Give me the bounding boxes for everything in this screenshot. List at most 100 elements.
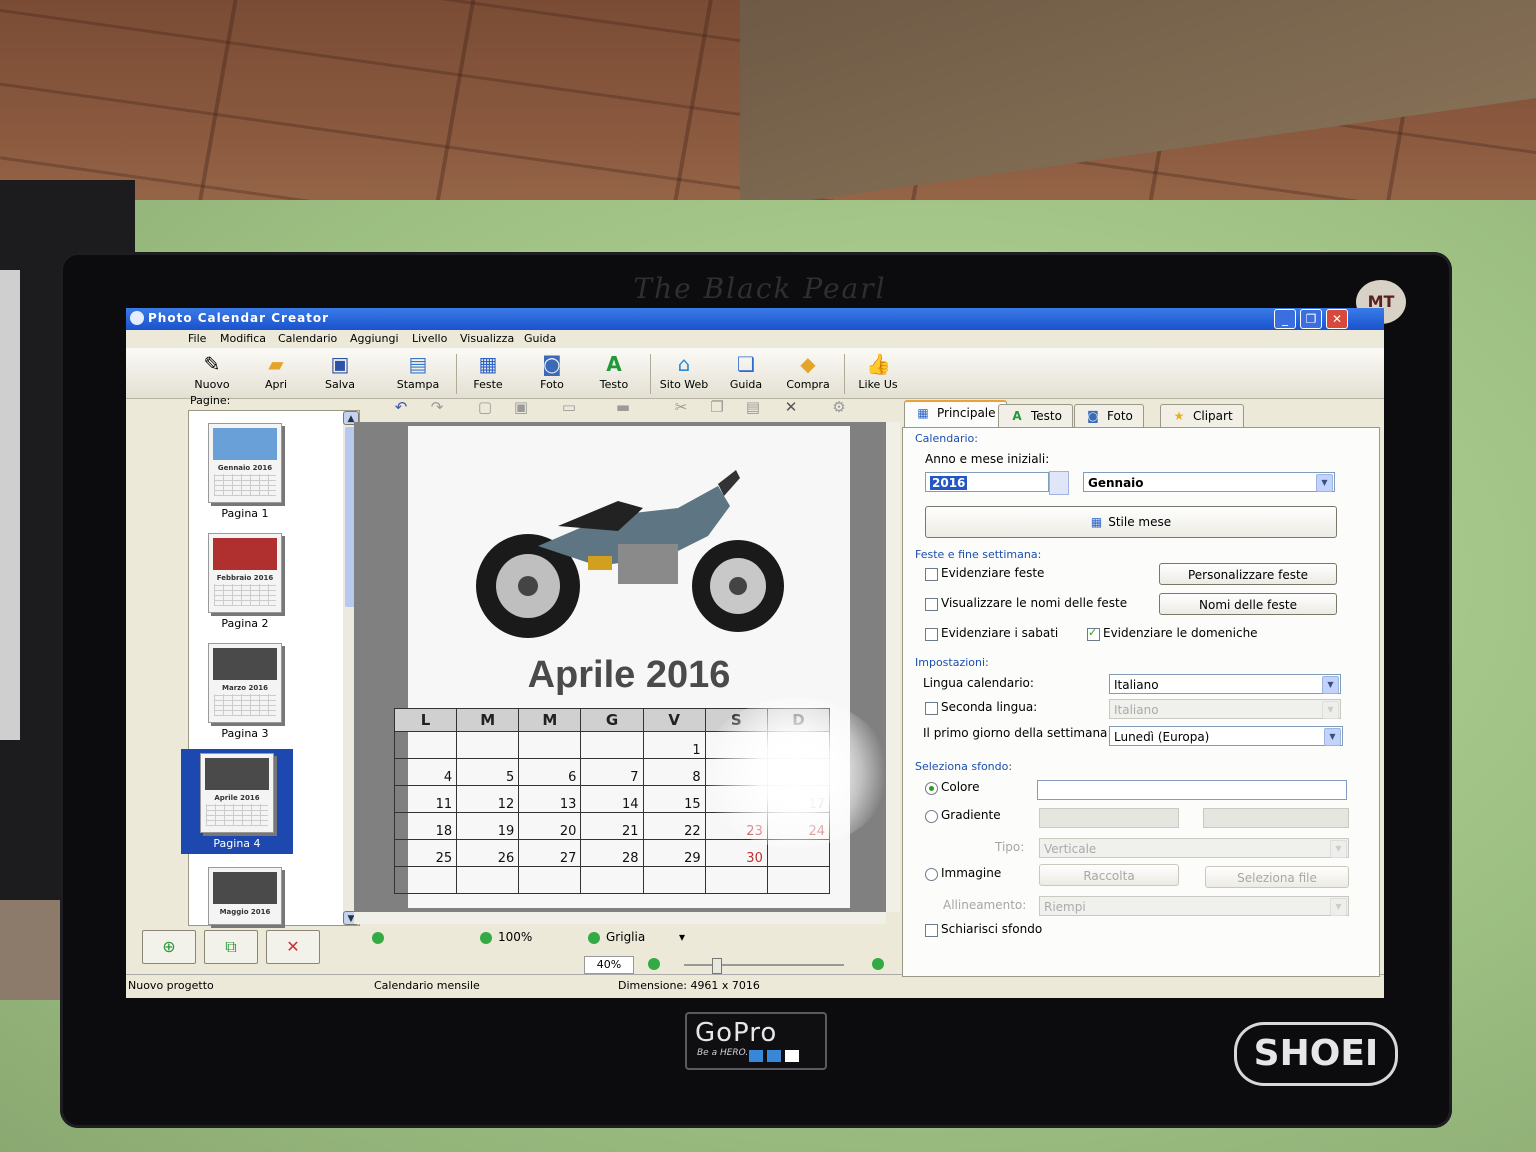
toolbar-like-us-button[interactable]: 👍 Like Us <box>848 350 908 396</box>
page-thumb-5[interactable]: Maggio 2016 <box>205 867 285 925</box>
seconda-lingua-checkbox[interactable] <box>925 702 938 715</box>
seleziona-file-button[interactable]: Seleziona file <box>1205 866 1349 888</box>
canvas-vertical-scrollbar[interactable] <box>886 422 900 912</box>
gradient-color1-field[interactable] <box>1039 808 1179 828</box>
primo-giorno-label: Il primo giorno della settimana <box>923 726 1108 740</box>
gradient-color2-field[interactable] <box>1203 808 1349 828</box>
calendar-day-cell <box>642 866 706 894</box>
tipo-select[interactable]: Verticale ▼ <box>1039 838 1349 858</box>
menu-file[interactable]: File <box>188 332 206 345</box>
duplicate-page-icon: ⧉ <box>225 937 237 956</box>
toolbar-guida-button[interactable]: ❏ Guida <box>716 350 776 396</box>
delete-page-button[interactable]: ✕ <box>266 930 320 964</box>
zoom-in-button[interactable] <box>872 956 890 974</box>
tab-testo[interactable]: A Testo <box>998 404 1073 427</box>
principale-tab-content: Calendario: Anno e mese iniziali: 2016 G… <box>902 427 1380 977</box>
distribute-icon[interactable]: ▬ <box>612 398 634 418</box>
toolbar-sito-web-button[interactable]: ⌂ Sito Web <box>654 350 714 396</box>
grid-toggle-button[interactable]: Griglia ▾ <box>588 930 685 948</box>
calendar-day-cell: 15 <box>642 785 706 813</box>
toolbar-foto-button[interactable]: ◙ Foto <box>522 350 582 396</box>
calendar-day-cell: 26 <box>456 839 520 867</box>
menu-calendario[interactable]: Calendario <box>278 332 337 345</box>
canvas-horizontal-scrollbar[interactable] <box>354 912 886 924</box>
year-spinner[interactable] <box>1049 471 1069 495</box>
duplicate-page-button[interactable]: ⧉ <box>204 930 258 964</box>
close-button[interactable]: ✕ <box>1326 309 1348 329</box>
menu-guida[interactable]: Guida <box>524 332 556 345</box>
menu-livello[interactable]: Livello <box>412 332 447 345</box>
delete-icon[interactable]: ✕ <box>780 398 802 418</box>
toolbar-feste-button[interactable]: ▦ Feste <box>458 350 518 396</box>
evidenziare-domeniche-checkbox[interactable] <box>1087 626 1100 641</box>
calendar-day-cell: 8 <box>642 758 706 786</box>
tab-principale[interactable]: ▦ Principale <box>904 400 1007 428</box>
colore-radio[interactable] <box>925 782 938 795</box>
toolbar-compra-button[interactable]: ◆ Compra <box>778 350 838 396</box>
zoom-100-button[interactable]: 100% <box>480 930 532 948</box>
toolbar-nuovo-button[interactable]: ✎ Nuovo <box>182 350 242 396</box>
toolbar-stampa-button[interactable]: ▤ Stampa <box>388 350 448 396</box>
zoom-out-button[interactable] <box>648 956 666 974</box>
stile-mese-button[interactable]: ▦ Stile mese <box>925 506 1337 538</box>
schiarisci-sfondo-checkbox[interactable] <box>925 924 938 937</box>
maximize-button[interactable]: ❐ <box>1300 309 1322 329</box>
year-input[interactable]: 2016 <box>925 472 1049 492</box>
visualizzare-nomi-checkbox[interactable] <box>925 598 938 611</box>
zoom-value-field[interactable]: 40% <box>584 956 634 974</box>
evidenziare-feste-checkbox[interactable] <box>925 568 938 581</box>
chevron-down-icon: ▼ <box>1316 474 1333 492</box>
immagine-radio[interactable] <box>925 868 938 881</box>
month-select[interactable]: Gennaio ▼ <box>1083 472 1335 492</box>
calendar-tab-icon: ▦ <box>917 406 929 420</box>
properties-icon[interactable]: ⚙ <box>828 398 850 418</box>
fit-button[interactable] <box>372 930 390 948</box>
page-thumb-2[interactable]: Febbraio 2016 Pagina 2 <box>205 533 285 630</box>
immagine-label: Immagine <box>941 866 1002 880</box>
color-picker-field[interactable] <box>1037 780 1347 800</box>
undo-icon[interactable]: ↶ <box>390 398 412 418</box>
add-page-icon: ⊕ <box>162 937 176 956</box>
evidenziare-sabati-checkbox[interactable] <box>925 628 938 641</box>
allineamento-select[interactable]: Riempi ▼ <box>1039 896 1349 916</box>
copy-icon[interactable]: ❐ <box>706 398 728 418</box>
page-thumb-3[interactable]: Marzo 2016 Pagina 3 <box>205 643 285 740</box>
zoom-slider-track[interactable] <box>684 964 844 966</box>
zoom-in-icon <box>872 957 884 970</box>
menu-modifica[interactable]: Modifica <box>220 332 266 345</box>
bring-forward-icon[interactable]: ▢ <box>474 398 496 418</box>
redo-icon[interactable]: ↷ <box>426 398 448 418</box>
align-icon[interactable]: ▭ <box>558 398 580 418</box>
toolbar-testo-button[interactable]: A Testo <box>584 350 644 396</box>
cut-icon[interactable]: ✂ <box>670 398 692 418</box>
page-thumb-4-selected[interactable]: Aprile 2016 Pagina 4 <box>181 749 293 854</box>
minimize-button[interactable]: _ <box>1274 309 1296 329</box>
calendar-day-cell <box>766 866 831 894</box>
tab-clipart[interactable]: ★ Clipart <box>1160 404 1244 427</box>
add-page-button[interactable]: ⊕ <box>142 930 196 964</box>
chevron-down-icon: ▼ <box>1322 676 1339 694</box>
toolbar-apri-button[interactable]: ▰ Apri <box>246 350 306 396</box>
title-bar: Photo Calendar Creator _ ❐ ✕ <box>126 308 1384 330</box>
personalizzare-feste-button[interactable]: Personalizzare feste <box>1159 563 1337 585</box>
lingua-calendario-select[interactable]: Italiano ▼ <box>1109 674 1341 694</box>
menu-visualizza[interactable]: Visualizza <box>460 332 514 345</box>
weekday-header: M <box>456 708 520 732</box>
text-tab-icon: A <box>1012 409 1022 423</box>
page-thumb-1[interactable]: Gennaio 2016 Pagina 1 <box>205 423 285 520</box>
zoom-slider-knob[interactable] <box>712 958 722 974</box>
raccolta-button[interactable]: Raccolta <box>1039 864 1179 886</box>
seconda-lingua-select[interactable]: Italiano ▼ <box>1109 699 1341 719</box>
paste-icon[interactable]: ▤ <box>742 398 764 418</box>
nomi-delle-feste-button[interactable]: Nomi delle feste <box>1159 593 1337 615</box>
gradiente-radio[interactable] <box>925 810 938 823</box>
zoom-controls: 40% <box>584 956 904 976</box>
send-backward-icon[interactable]: ▣ <box>510 398 532 418</box>
group-sfondo: Seleziona sfondo: <box>915 760 1013 773</box>
tab-foto[interactable]: ◙ Foto <box>1074 404 1144 427</box>
zoom-out-icon <box>648 957 660 970</box>
menu-aggiungi[interactable]: Aggiungi <box>350 332 399 345</box>
status-project: Nuovo progetto <box>128 979 214 992</box>
toolbar-salva-button[interactable]: ▣ Salva <box>310 350 370 396</box>
primo-giorno-select[interactable]: Lunedì (Europa) ▼ <box>1109 726 1343 746</box>
